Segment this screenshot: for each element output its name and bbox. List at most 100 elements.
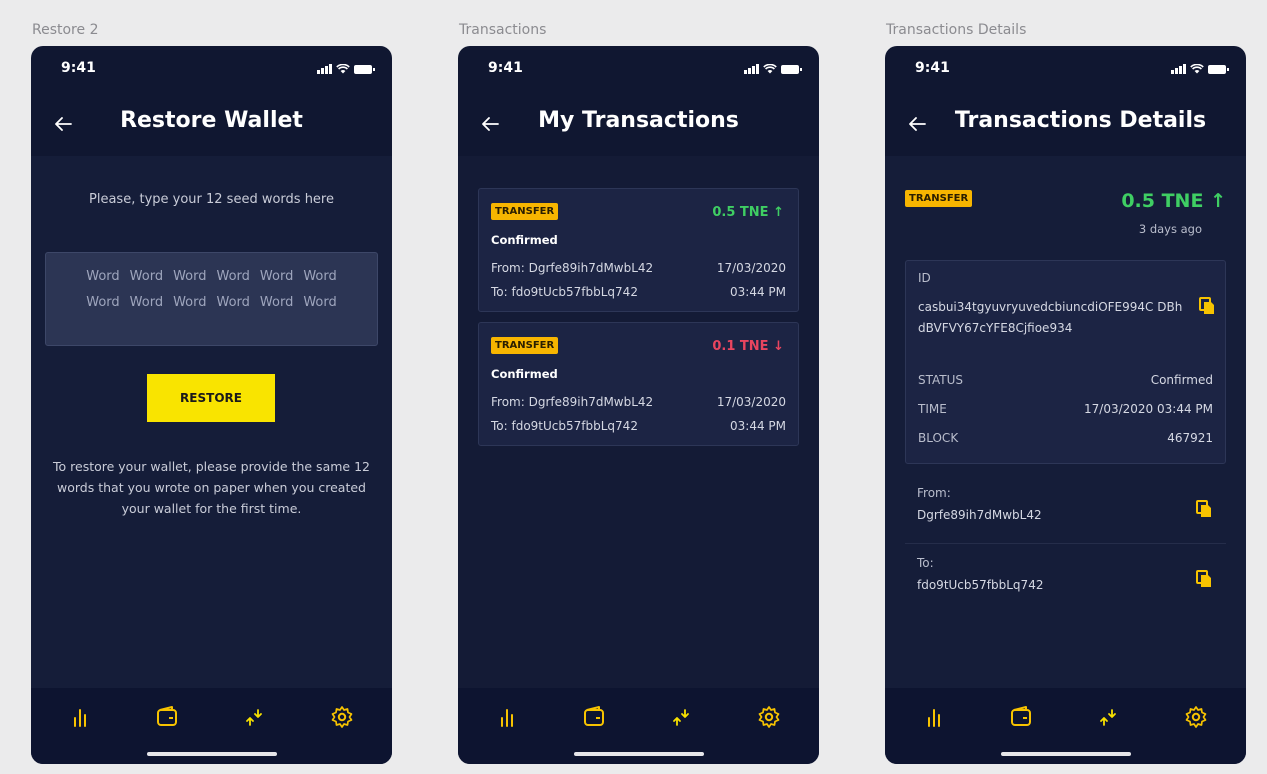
frame-label-transactions: Transactions xyxy=(459,22,547,38)
arrow-down-icon: ↓ xyxy=(773,339,784,354)
status-bar: 9:41 xyxy=(31,60,392,80)
block-label: BLOCK xyxy=(918,431,959,445)
id-label: ID xyxy=(918,271,931,285)
wifi-icon xyxy=(763,64,777,74)
transfer-badge: TRANSFER xyxy=(491,203,559,220)
transaction-details-screen: 9:41 Transactions Details TRANSFER 0.5 T… xyxy=(885,46,1246,764)
signal-icon xyxy=(1171,64,1186,74)
header: My Transactions xyxy=(458,102,819,152)
block-value: 467921 xyxy=(1167,431,1213,445)
seed-word: Word xyxy=(129,269,164,284)
bar-chart-icon[interactable] xyxy=(496,704,522,730)
seed-word: Word xyxy=(216,269,250,284)
seed-words-input[interactable]: Word Word Word Word Word Word Word Word … xyxy=(45,252,378,346)
page-title: Restore Wallet xyxy=(120,108,303,133)
to-label: To: xyxy=(917,556,934,570)
time-ago: 3 days ago xyxy=(1138,222,1202,236)
seed-word: Word xyxy=(173,295,207,310)
bar-chart-icon[interactable] xyxy=(923,704,949,730)
gear-icon[interactable] xyxy=(1183,704,1209,730)
page-title: My Transactions xyxy=(538,108,739,133)
signal-icon xyxy=(744,64,759,74)
frame-label-details: Transactions Details xyxy=(886,22,1027,38)
transaction-from: From: Dgrfe89ih7dMwbL42 xyxy=(491,261,654,275)
seed-word: Word xyxy=(303,295,337,310)
gear-icon[interactable] xyxy=(329,704,355,730)
seed-word: Word xyxy=(216,295,250,310)
restore-content: Please, type your 12 seed words here Wor… xyxy=(31,156,392,688)
transaction-time: 03:44 PM xyxy=(730,419,786,433)
transaction-amount: 0.5 TNE ↑ xyxy=(712,205,784,220)
time-label: TIME xyxy=(918,402,947,416)
copy-icon[interactable] xyxy=(1196,500,1212,518)
status-time: 9:41 xyxy=(915,60,950,76)
status-label: STATUS xyxy=(918,373,964,387)
seed-word: Word xyxy=(259,269,294,284)
status-value: Confirmed xyxy=(1150,373,1213,387)
tab-bar xyxy=(885,688,1246,764)
battery-icon xyxy=(1208,65,1229,74)
wifi-icon xyxy=(336,64,350,74)
status-bar: 9:41 xyxy=(885,60,1246,80)
arrow-up-icon: ↑ xyxy=(773,205,784,220)
to-value: fdo9tUcb57fbbLq742 xyxy=(917,578,1044,592)
transfer-badge: TRANSFER xyxy=(491,337,559,354)
battery-icon xyxy=(781,65,802,74)
seed-word: Word xyxy=(86,295,120,310)
transaction-date: 17/03/2020 xyxy=(716,261,786,275)
details-content: TRANSFER 0.5 TNE ↑ 3 days ago ID casbui3… xyxy=(885,156,1246,688)
transaction-to: To: fdo9tUcb57fbbLq742 xyxy=(491,285,638,299)
wifi-icon xyxy=(1190,64,1204,74)
transaction-card[interactable]: TRANSFER 0.1 TNE ↓ Confirmed From: Dgrfe… xyxy=(478,322,799,446)
frame-label-restore: Restore 2 xyxy=(32,22,99,38)
transfer-arrows-icon[interactable] xyxy=(1096,704,1122,730)
transfer-arrows-icon[interactable] xyxy=(242,704,268,730)
home-indicator xyxy=(1000,752,1131,756)
transaction-date: 17/03/2020 xyxy=(716,395,786,409)
status-bar: 9:41 xyxy=(458,60,819,80)
home-indicator xyxy=(573,752,704,756)
transaction-to: To: fdo9tUcb57fbbLq742 xyxy=(491,419,638,433)
bar-chart-icon[interactable] xyxy=(69,704,95,730)
header: Restore Wallet xyxy=(31,102,392,152)
restore-button[interactable]: RESTORE xyxy=(147,374,275,422)
gear-icon[interactable] xyxy=(756,704,782,730)
seed-word: Word xyxy=(259,295,294,310)
from-label: From: xyxy=(917,486,951,500)
transactions-list: TRANSFER 0.5 TNE ↑ Confirmed From: Dgrfe… xyxy=(458,156,819,688)
transaction-status: Confirmed xyxy=(491,233,558,247)
wallet-icon[interactable] xyxy=(582,704,608,730)
arrow-up-icon: ↑ xyxy=(1210,190,1226,212)
from-row: From: Dgrfe89ih7dMwbL42 xyxy=(905,486,1226,544)
transaction-from: From: Dgrfe89ih7dMwbL42 xyxy=(491,395,654,409)
header: Transactions Details xyxy=(885,102,1246,152)
wallet-icon[interactable] xyxy=(1009,704,1035,730)
seed-word: Word xyxy=(303,269,337,284)
seed-prompt: Please, type your 12 seed words here xyxy=(89,192,334,207)
seed-word: Word xyxy=(129,295,164,310)
wallet-icon[interactable] xyxy=(155,704,181,730)
seed-word: Word xyxy=(86,269,120,284)
id-value: casbui34tgyuvryuvedcbiuncdiOFE994C DBhdB… xyxy=(918,300,1183,335)
battery-icon xyxy=(354,65,375,74)
status-time: 9:41 xyxy=(61,60,96,76)
transaction-time: 03:44 PM xyxy=(730,285,786,299)
signal-icon xyxy=(317,64,332,74)
from-value: Dgrfe89ih7dMwbL42 xyxy=(917,508,1042,522)
transaction-amount: 0.5 TNE ↑ xyxy=(1121,190,1226,212)
copy-icon[interactable] xyxy=(1196,570,1212,588)
restore-wallet-screen: 9:41 Restore Wallet Please, type your 12… xyxy=(31,46,392,764)
home-indicator xyxy=(146,752,277,756)
tab-bar xyxy=(31,688,392,764)
time-value: 17/03/2020 03:44 PM xyxy=(1084,402,1213,416)
transaction-status: Confirmed xyxy=(491,367,558,381)
transaction-amount: 0.1 TNE ↓ xyxy=(712,339,784,354)
seed-word: Word xyxy=(173,269,207,284)
restore-hint: To restore your wallet, please provide t… xyxy=(53,459,370,516)
page-title: Transactions Details xyxy=(954,108,1207,133)
transaction-card[interactable]: TRANSFER 0.5 TNE ↑ Confirmed From: Dgrfe… xyxy=(478,188,799,312)
to-row: To: fdo9tUcb57fbbLq742 xyxy=(905,556,1226,614)
transfer-arrows-icon[interactable] xyxy=(669,704,695,730)
copy-icon[interactable] xyxy=(1199,297,1215,315)
status-time: 9:41 xyxy=(488,60,523,76)
